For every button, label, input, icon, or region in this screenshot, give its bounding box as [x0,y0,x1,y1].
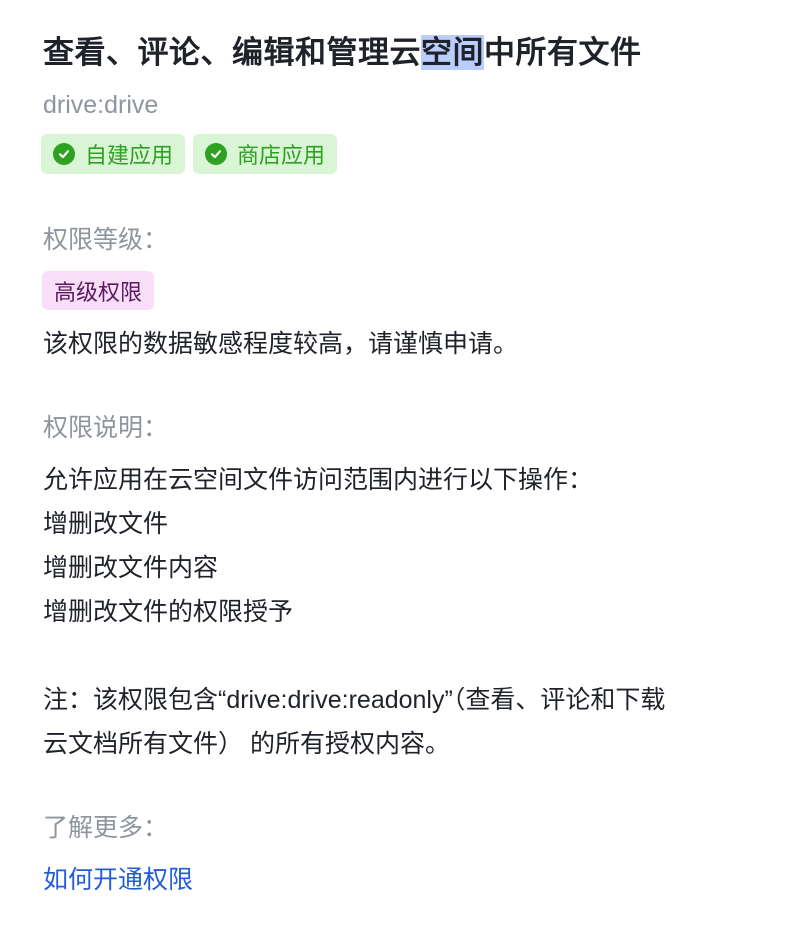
badge-label: 自建应用 [85,143,174,168]
scope-title-part1: 查看、评论、编辑和管理云 [43,35,421,70]
note-line: 云文档所有文件） 的所有授权内容。 [43,730,450,758]
badge-label: 商店应用 [237,143,326,168]
badge-custom-app: 自建应用 [41,134,186,174]
permission-level-label: 权限等级： [43,226,169,254]
scope-title-part2: 中所有文件 [484,35,642,70]
scope-title: 查看、评论、编辑和管理云空间中所有文件 [43,30,642,76]
explanation-line: 允许应用在云空间文件访问范围内进行以下操作： [43,466,594,494]
permission-detail-panel: 查看、评论、编辑和管理云空间中所有文件 drive:drive 自建应用 商店应… [0,0,812,938]
how-to-enable-permission-link[interactable]: 如何开通权限 [43,860,193,900]
explanation-line: 增删改文件内容 [43,554,219,582]
explanation-line: 增删改文件 [43,510,169,538]
scope-key: drive:drive [43,91,159,119]
permission-level-tag: 高级权限 [42,271,155,310]
app-type-badges: 自建应用 商店应用 [41,134,338,174]
permission-level-description: 该权限的数据敏感程度较高，请谨慎申请。 [43,330,519,358]
explanation-line: 增删改文件的权限授予 [43,598,294,626]
learn-more-label: 了解更多： [43,814,169,842]
note-line: 注：该权限包含“drive:drive:readonly”（查看、评论和下载 [43,686,666,714]
permission-explanation-label: 权限说明： [43,414,169,442]
scope-title-highlight: 空间 [421,35,484,70]
check-circle-icon [53,143,75,165]
check-circle-icon [205,143,228,165]
badge-store-app: 商店应用 [193,134,338,174]
